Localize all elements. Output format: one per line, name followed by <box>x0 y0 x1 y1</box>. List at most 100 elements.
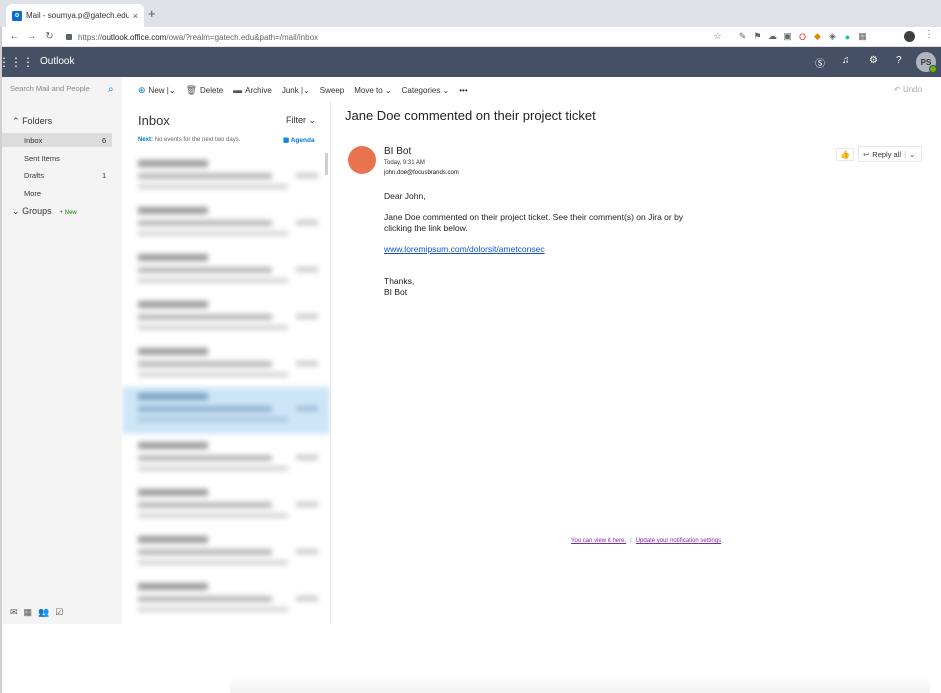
window-shadow <box>230 676 930 693</box>
bookmark-star-icon[interactable]: ☆ <box>710 30 725 43</box>
people-icon[interactable]: 👥 <box>38 607 49 618</box>
opera-extension-icon[interactable]: O <box>795 30 810 43</box>
message-body-line2: clicking the link below. <box>384 223 468 233</box>
module-switcher: ✉ ▦ 👥 ☑ <box>2 600 122 624</box>
screenshot-extension-icon[interactable]: ▣ <box>780 30 795 43</box>
agenda-button[interactable]: ▦ Agenda <box>283 136 315 144</box>
browser-tabbar: o Mail - soumya.p@gatech.edu × + <box>0 0 941 27</box>
list-item[interactable] <box>122 436 330 483</box>
settings-gear-icon[interactable]: ⚙ <box>869 55 878 66</box>
undo-button[interactable]: ↶ Undo <box>894 85 922 94</box>
thumbs-up-icon: 👍 <box>840 150 850 159</box>
notifications-bell-icon[interactable]: ♫ <box>842 55 850 66</box>
notification-settings-link[interactable]: Update your notification settings <box>636 538 721 544</box>
chevron-up-icon: ⌃ <box>12 116 20 126</box>
sent-time: Today, 9:31 AM <box>384 160 425 166</box>
sender-avatar <box>348 146 376 174</box>
inbox-unread-count: 6 <box>102 136 107 145</box>
plus-icon: ⊕ <box>138 84 146 95</box>
archive-label: Archive <box>245 85 272 95</box>
new-tab-button[interactable]: + <box>148 6 156 21</box>
close-tab-icon[interactable]: × <box>133 11 138 21</box>
folder-more[interactable]: More <box>24 189 41 198</box>
chevron-down-icon: ⌄ <box>12 206 20 216</box>
groups-toggle[interactable]: ⌄ Groups + New <box>12 206 77 217</box>
folders-toggle[interactable]: ⌃ Folders <box>12 116 52 127</box>
new-label: New <box>148 85 165 95</box>
message-greeting: Dear John, <box>384 191 426 201</box>
chevron-down-icon[interactable]: ⌄ <box>909 150 915 159</box>
folder-inbox[interactable]: Inbox <box>24 136 42 145</box>
categories-label: Categories <box>401 85 441 95</box>
undo-label: Undo <box>902 85 923 94</box>
delete-button[interactable]: 🗑 Delete <box>186 85 224 96</box>
message-signature: BI Bot <box>384 287 408 297</box>
list-item[interactable] <box>122 248 330 295</box>
view-it-here-link[interactable]: You can view it here. <box>571 538 626 544</box>
trash-icon: 🗑 <box>185 84 198 95</box>
pin-extension-icon[interactable]: ⚑ <box>750 30 765 43</box>
list-item[interactable] <box>122 154 330 201</box>
mail-icon[interactable]: ✉ <box>10 607 18 618</box>
list-item[interactable] <box>122 201 330 248</box>
selected-folder-highlight <box>2 133 112 147</box>
url-host: outlook.office.com <box>102 32 167 42</box>
list-item[interactable] <box>122 342 330 389</box>
folder-drafts[interactable]: Drafts <box>24 171 44 180</box>
jira-link[interactable]: www.loremipsum.com/dolorsit/ametconsec <box>384 244 545 254</box>
calendar-small-icon: ▦ <box>283 137 290 144</box>
app-launcher-icon[interactable]: ⋮⋮⋮ <box>0 47 34 77</box>
archive-icon: ▬ <box>233 85 243 95</box>
help-icon[interactable]: ? <box>896 55 902 66</box>
delete-label: Delete <box>200 85 224 95</box>
message-body-line1: Jane Doe commented on their project tick… <box>384 212 684 222</box>
more-actions-button[interactable]: ••• <box>459 86 467 95</box>
sweep-button[interactable]: Sweep <box>320 86 344 95</box>
shield-extension-icon[interactable]: ◈ <box>825 30 840 43</box>
eyedropper-extension-icon[interactable]: ✎ <box>735 30 750 43</box>
filter-button[interactable]: Filter ⌄ <box>286 115 316 126</box>
list-item[interactable] <box>122 530 330 577</box>
message-list-title: Inbox <box>138 113 170 128</box>
reply-all-button[interactable]: ↩ Reply all | ⌄ <box>858 146 922 162</box>
colorful-extension-icon[interactable]: ◆ <box>810 30 825 43</box>
user-avatar[interactable]: PS <box>916 52 937 73</box>
back-icon[interactable]: ← <box>6 31 23 42</box>
move-to-button[interactable]: Move to ⌄ <box>354 86 391 95</box>
url-field[interactable]: https://outlook.office.com/owa/?realm=ga… <box>66 30 726 44</box>
folder-sent-items[interactable]: Sent Items <box>24 154 60 163</box>
recipient-email[interactable]: john.doe@focusbrands.com <box>384 170 459 176</box>
message-list-scrollbar[interactable] <box>325 153 328 175</box>
categories-button[interactable]: Categories ⌄ <box>402 86 450 95</box>
calendar-icon[interactable]: ▦ <box>24 607 33 618</box>
list-item[interactable] <box>122 295 330 342</box>
next-events-note: Next: No events for the next two days. <box>138 137 240 143</box>
tab-title: Mail - soumya.p@gatech.edu <box>26 11 129 20</box>
reload-icon[interactable]: ↻ <box>41 31 58 42</box>
forward-icon[interactable]: → <box>23 31 40 42</box>
search-icon[interactable]: ⌕ <box>108 84 114 95</box>
new-group-link[interactable]: + New <box>60 210 77 216</box>
message-signoff: Thanks, <box>384 276 415 286</box>
junk-button[interactable]: Junk |⌄ <box>282 86 310 95</box>
sender-name[interactable]: BI Bot <box>384 146 411 157</box>
app-name[interactable]: Outlook <box>40 56 74 67</box>
list-item[interactable] <box>122 483 330 530</box>
browser-tab[interactable]: o Mail - soumya.p@gatech.edu × <box>6 4 144 27</box>
skype-icon[interactable]: Ⓢ <box>815 55 825 70</box>
like-button[interactable]: 👍 <box>836 148 854 161</box>
search-input[interactable]: Search Mail and People <box>10 84 122 93</box>
browser-menu-icon[interactable]: ⋮ <box>924 29 934 40</box>
new-button[interactable]: ⊕ New |⌄ <box>138 85 176 96</box>
list-item-selected[interactable] <box>122 387 330 434</box>
browser-profile-icon[interactable] <box>904 31 915 42</box>
list-item[interactable] <box>122 577 330 624</box>
grammarly-extension-icon[interactable]: ● <box>840 30 855 43</box>
folders-label: Folders <box>22 116 53 126</box>
archive-button[interactable]: ▬ Archive <box>233 85 272 95</box>
cloud-extension-icon[interactable]: ☁ <box>765 30 780 43</box>
notification-footer: You can view it here. | Update your notifi… <box>571 538 722 544</box>
outlook-favicon-icon: o <box>12 10 22 21</box>
grid-extension-icon[interactable]: ▦ <box>855 30 870 43</box>
tasks-icon[interactable]: ☑ <box>55 607 63 618</box>
